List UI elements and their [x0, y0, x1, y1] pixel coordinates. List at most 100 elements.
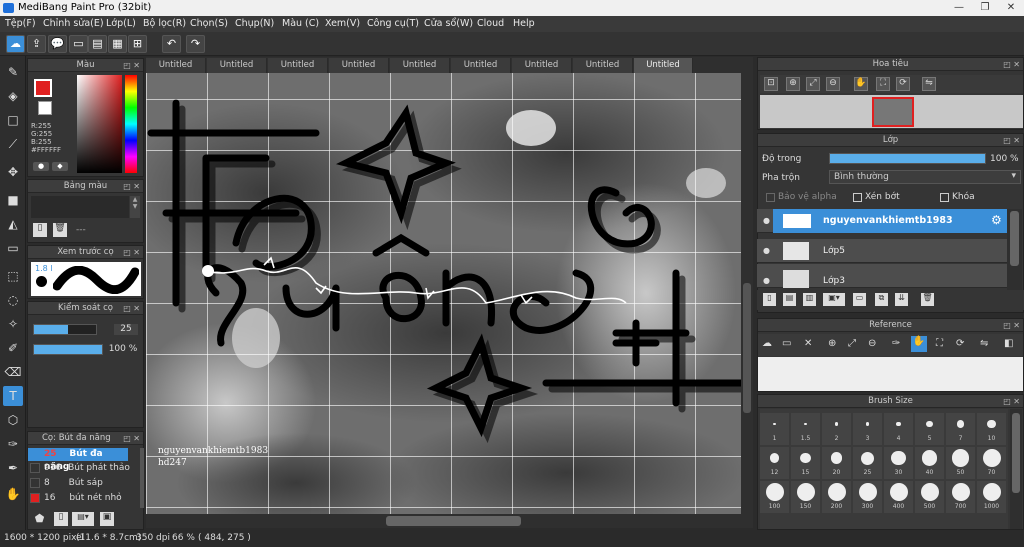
tab-document[interactable]: Untitled: [512, 58, 572, 73]
brush-list-scrollbar[interactable]: [140, 448, 144, 508]
maximize-button[interactable]: ❐: [972, 0, 998, 16]
layer-row[interactable]: ● Lớp3: [757, 264, 1007, 288]
menu-file[interactable]: Tệp(F): [5, 18, 36, 29]
minimize-button[interactable]: —: [946, 0, 972, 16]
hand-tool-icon[interactable]: ✋: [3, 484, 23, 504]
select-rect-icon[interactable]: ⬚: [3, 266, 23, 286]
layer-list-scrollbar[interactable]: [1007, 209, 1022, 290]
brush-menu-icon[interactable]: ▤▾: [72, 512, 94, 526]
tab-document[interactable]: Untitled: [573, 58, 633, 73]
brush-size-option[interactable]: 50: [946, 447, 975, 479]
menu-window[interactable]: Cửa sổ(W): [424, 18, 473, 29]
brush-size-option[interactable]: 12: [760, 447, 789, 479]
clipping-checkbox[interactable]: [853, 193, 862, 202]
comment-icon[interactable]: ▭: [69, 35, 88, 53]
palette-swatches[interactable]: [31, 196, 129, 218]
add-brush-icon[interactable]: ⬟: [32, 512, 47, 527]
brush-size-option[interactable]: 15: [791, 447, 820, 479]
brush-size-option[interactable]: 10: [977, 413, 1006, 445]
eye-icon[interactable]: ●: [763, 246, 770, 255]
menu-edit[interactable]: Chỉnh sửa(E): [43, 18, 104, 29]
select-pen-icon[interactable]: ✐: [3, 338, 23, 358]
eyedropper-icon[interactable]: ✑: [3, 434, 23, 454]
dot-tool-icon[interactable]: ⟋: [3, 134, 23, 154]
zoom-in-icon[interactable]: ⊕: [828, 338, 836, 349]
cloud-icon[interactable]: ☁: [6, 35, 25, 53]
panel-options-icon[interactable]: ◰ ✕: [123, 432, 140, 445]
nav-zoom-fit-icon[interactable]: ⊡: [764, 77, 778, 91]
brush-size-option[interactable]: 2: [822, 413, 851, 445]
select-eraser-icon[interactable]: ⌫: [3, 362, 23, 382]
tab-document[interactable]: Untitled: [207, 58, 267, 73]
panel-options-icon[interactable]: ◰ ✕: [1003, 134, 1020, 147]
text-tool-icon[interactable]: T: [3, 386, 23, 406]
panel-options-icon[interactable]: ◰ ✕: [123, 180, 140, 193]
brush-size-option[interactable]: 700: [946, 481, 975, 513]
background-color-swatch[interactable]: [38, 101, 52, 115]
brush-size-option[interactable]: 40: [915, 447, 944, 479]
brush-size-scrollbar[interactable]: [1010, 409, 1022, 529]
panel-options-icon[interactable]: ◰ ✕: [1003, 395, 1020, 408]
eye-icon[interactable]: ●: [763, 276, 770, 285]
close-button[interactable]: ✕: [998, 0, 1024, 16]
delete-layer-icon[interactable]: 🗑: [921, 293, 934, 306]
color-swap-button[interactable]: ◆: [52, 162, 68, 171]
tab-document-active[interactable]: Untitled: [634, 58, 693, 73]
brush-size-value[interactable]: 25: [114, 324, 138, 335]
layer-menu-icon[interactable]: ▣▾: [823, 293, 845, 306]
blend-mode-select[interactable]: Bình thường ▾: [829, 170, 1021, 184]
menu-view[interactable]: Xem(V): [325, 18, 360, 29]
brush-opacity-slider[interactable]: [33, 344, 103, 355]
canvas-area[interactable]: nguyenvankhiemtb1983 hd247: [146, 73, 753, 514]
brush-size-option[interactable]: 200: [822, 481, 851, 513]
move-tool-icon[interactable]: ✥: [3, 162, 23, 182]
saturation-value-picker[interactable]: [77, 75, 122, 173]
page-icon[interactable]: ▤: [88, 35, 107, 53]
lasso-tool-icon[interactable]: ◌: [3, 290, 23, 310]
tab-document[interactable]: Untitled: [329, 58, 389, 73]
brush-item[interactable]: 916 Bút phát thảo: [44, 462, 141, 475]
brush-size-option[interactable]: 4: [884, 413, 913, 445]
panel-options-icon[interactable]: ◰ ✕: [1003, 58, 1020, 71]
nav-zoom-in-icon[interactable]: ⊕: [786, 77, 800, 91]
brush-item-selected[interactable]: 25 Bút đa năng: [28, 448, 128, 472]
brush-size-option[interactable]: 1.5: [791, 413, 820, 445]
new-layer-icon[interactable]: ▯: [763, 293, 776, 306]
folder-open-icon[interactable]: ▭: [782, 338, 791, 349]
chat-icon[interactable]: 💬: [48, 35, 67, 53]
brush-size-slider[interactable]: [33, 324, 97, 335]
nav-hand-icon[interactable]: ✋: [854, 77, 868, 91]
menu-filter[interactable]: Bộ lọc(R): [143, 18, 186, 29]
horizontal-scrollbar[interactable]: [146, 514, 753, 528]
nav-zoom-out-icon[interactable]: ⊖: [826, 77, 840, 91]
bucket-tool-icon[interactable]: ◭: [3, 214, 23, 234]
tab-document[interactable]: Untitled: [451, 58, 511, 73]
panel-options-icon[interactable]: ◰ ✕: [123, 246, 140, 259]
brush-item[interactable]: 16 bút nét nhỏ: [44, 492, 141, 505]
hand-icon[interactable]: ✋: [911, 336, 927, 352]
flip-icon[interactable]: ⇋: [980, 338, 988, 349]
brush-opacity-value[interactable]: 100 %: [108, 344, 138, 355]
tab-document[interactable]: Untitled: [390, 58, 450, 73]
pages-icon[interactable]: ▦: [108, 35, 127, 53]
menu-help[interactable]: Help: [513, 18, 535, 29]
eyedropper-icon[interactable]: ✑: [892, 338, 900, 349]
rectangle-tool-icon[interactable]: □: [3, 110, 23, 130]
menu-layer[interactable]: Lớp(L): [106, 18, 136, 29]
reference-image-area[interactable]: [758, 357, 1023, 391]
merge-layer-icon[interactable]: ⇊: [895, 293, 908, 306]
undo-icon[interactable]: ↶: [162, 35, 181, 53]
expand-icon[interactable]: ⛶: [936, 338, 943, 349]
gradient-tool-icon[interactable]: ▭: [3, 238, 23, 258]
artwork-canvas[interactable]: nguyenvankhiemtb1983 hd247: [146, 73, 753, 514]
nav-rotate-icon[interactable]: ⟳: [896, 77, 910, 91]
lock-checkbox[interactable]: [940, 193, 949, 202]
tab-document[interactable]: Untitled: [146, 58, 206, 73]
brush-settings-icon[interactable]: ▣: [100, 512, 114, 526]
brush-size-option[interactable]: 300: [853, 481, 882, 513]
eye-icon[interactable]: ●: [763, 216, 770, 225]
menu-color[interactable]: Màu (C): [282, 18, 319, 29]
brush-size-option[interactable]: 7: [946, 413, 975, 445]
panel-options-icon[interactable]: ◰ ✕: [123, 302, 140, 315]
brush-size-option[interactable]: 400: [884, 481, 913, 513]
